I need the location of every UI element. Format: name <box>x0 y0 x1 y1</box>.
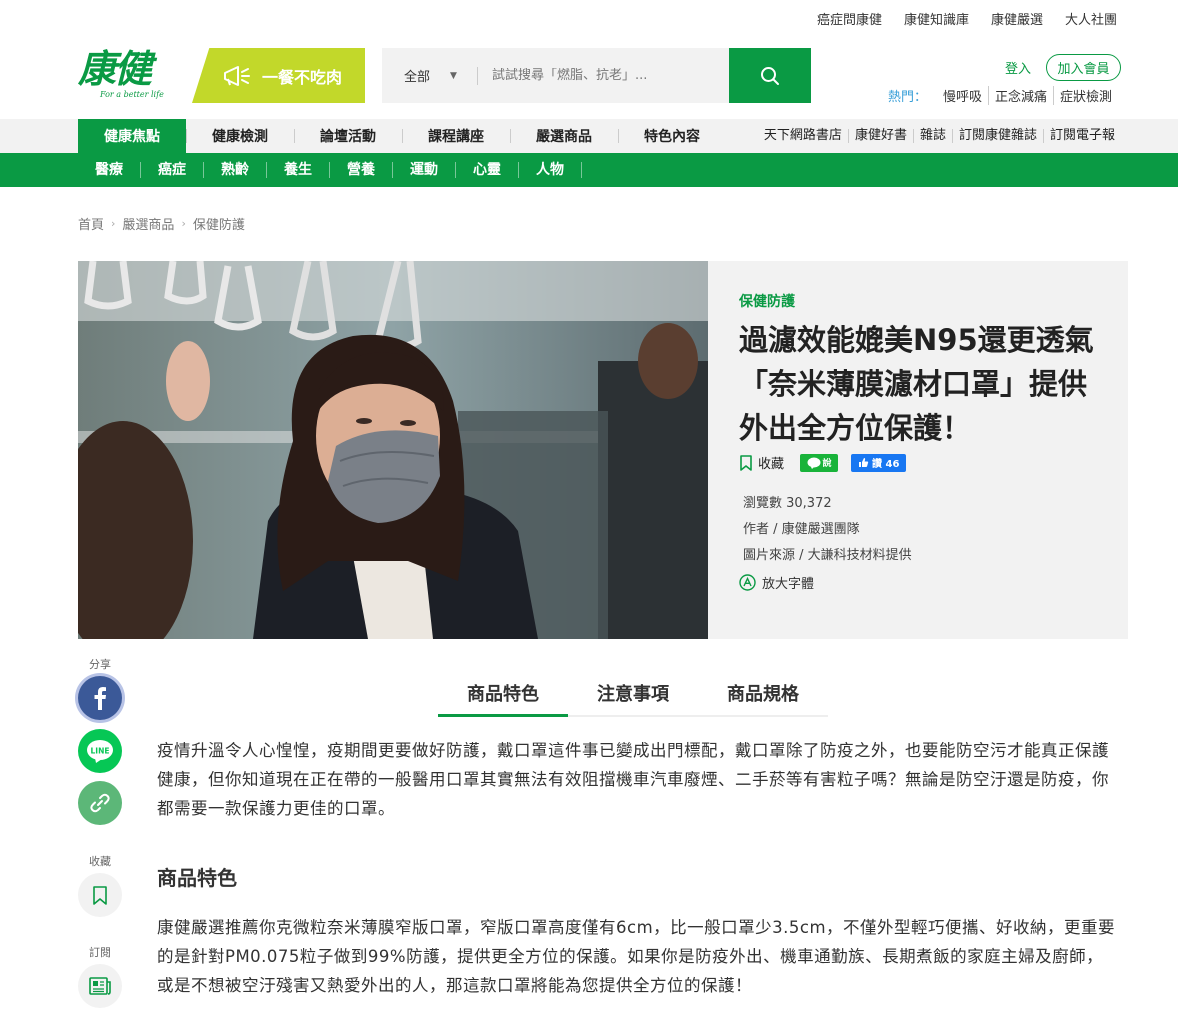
nav-health-check[interactable]: 健康檢測 <box>186 119 294 153</box>
hot-keywords: 熱門： 慢呼吸 正念減痛 症狀檢測 <box>888 86 1118 105</box>
font-size-toggle[interactable]: 放大字體 <box>739 573 814 592</box>
search-input[interactable] <box>478 68 728 83</box>
megaphone-icon <box>224 65 250 86</box>
subnav-mind[interactable]: 心靈 <box>456 162 519 178</box>
subnav-senior[interactable]: 熟齡 <box>204 162 267 178</box>
tab-product-features[interactable]: 商品特色 <box>438 677 568 717</box>
nav-health-focus[interactable]: 健康焦點 <box>78 119 186 153</box>
nav-featured[interactable]: 特色內容 <box>618 119 726 153</box>
toplink-knowledge[interactable]: 康健知識庫 <box>904 9 969 28</box>
bookmark-button[interactable]: 收藏 <box>739 453 784 472</box>
tab-notes[interactable]: 注意事項 <box>568 677 698 715</box>
line-icon: LINE <box>87 740 113 763</box>
subnav-wellness[interactable]: 養生 <box>267 162 330 178</box>
article-title: 過濾效能媲美N95還更透氣「奈米薄膜濾材口罩」提供外出全方位保護！ <box>739 323 1094 445</box>
bookmark-label: 收藏 <box>758 457 785 472</box>
link-icon <box>90 793 110 813</box>
line-icon <box>807 457 820 469</box>
hot-label: 熱門： <box>888 90 928 105</box>
article-views: 瀏覽數 30,372 <box>743 496 832 511</box>
hot-keyword[interactable]: 正念減痛 <box>988 86 1053 105</box>
thumbs-up-icon <box>859 458 869 467</box>
search-button[interactable] <box>729 48 811 103</box>
article-feature-paragraph: 康健嚴選推薦你克微粒奈米薄膜窄版口罩，窄版口罩高度僅有6cm，比一般口罩少3.5… <box>157 918 1116 995</box>
toplink-selection[interactable]: 康健嚴選 <box>991 9 1043 28</box>
sidebar-bookmark-button[interactable] <box>78 873 122 917</box>
breadcrumb-products[interactable]: 嚴選商品 <box>122 214 174 233</box>
hot-keyword[interactable]: 慢呼吸 <box>937 86 988 105</box>
masked-woman-photo <box>78 261 708 639</box>
font-size-label: 放大字體 <box>762 577 815 592</box>
nav-selected-products[interactable]: 嚴選商品 <box>510 119 618 153</box>
facebook-share-button[interactable] <box>78 676 122 720</box>
secondary-nav: 醫療 癌症 熟齡 養生 營養 運動 心靈 人物 <box>0 153 1178 187</box>
facebook-icon <box>94 687 106 710</box>
facebook-like-label: 讚 46 <box>872 459 900 470</box>
logo-text: 康健 <box>78 46 152 91</box>
top-utility-links: 癌症問康健 康健知識庫 康健嚴選 大人社團 <box>817 9 1117 28</box>
logo-tagline: For a better life <box>100 90 164 99</box>
tab-specs[interactable]: 商品規格 <box>698 677 828 715</box>
article-actions: 收藏 說 讚 46 <box>739 453 907 472</box>
search-icon <box>761 66 779 85</box>
subnav-exercise[interactable]: 運動 <box>393 162 456 178</box>
campaign-banner[interactable]: 一餐不吃肉 <box>192 48 365 103</box>
facebook-like-button[interactable]: 讚 46 <box>851 453 907 472</box>
nav-subscribe-magazine[interactable]: 訂閱康健雜誌 <box>951 129 1043 143</box>
caret-down-icon: ▼ <box>450 70 457 81</box>
bookmark-icon <box>740 454 752 471</box>
section-heading: 商品特色 <box>157 866 237 890</box>
toplink-community[interactable]: 大人社團 <box>1065 9 1117 28</box>
article-header-panel: 保健防護 過濾效能媲美N95還更透氣「奈米薄膜濾材口罩」提供外出全方位保護！ 收… <box>708 261 1128 639</box>
nav-subscribe-newsletter[interactable]: 訂閱電子報 <box>1042 129 1121 143</box>
nav-books[interactable]: 康健好書 <box>847 129 913 143</box>
article-intro-paragraph: 疫情升溫令人心惶惶，疫期間更要做好防護，戴口罩這件事已變成出門標配，戴口罩除了防… <box>157 741 1109 818</box>
login-link[interactable]: 登入 <box>1005 58 1031 77</box>
subscribe-label: 訂閱 <box>89 946 111 959</box>
banner-label: 一餐不吃肉 <box>262 67 343 87</box>
nav-bookstore[interactable]: 天下網路書店 <box>758 129 848 143</box>
site-logo[interactable]: 康健 For a better life <box>78 48 178 106</box>
article-category[interactable]: 保健防護 <box>739 291 795 311</box>
subnav-cancer[interactable]: 癌症 <box>141 162 204 178</box>
breadcrumb: 首頁 › 嚴選商品 › 保健防護 <box>78 214 245 233</box>
collect-label: 收藏 <box>89 855 111 868</box>
search-category-value: 全部 <box>404 70 431 85</box>
subnav-people[interactable]: 人物 <box>519 162 582 178</box>
subnav-medical[interactable]: 醫療 <box>78 162 141 178</box>
hot-keyword[interactable]: 症狀檢測 <box>1053 86 1118 105</box>
content-tabs: 商品特色 注意事項 商品規格 <box>438 677 828 717</box>
line-share-button[interactable]: LINE <box>78 729 122 773</box>
search-category-select[interactable]: 全部 ▼ <box>382 66 477 85</box>
bookmark-icon <box>93 885 107 905</box>
breadcrumb-category[interactable]: 保健防護 <box>193 214 245 233</box>
line-say-button[interactable]: 說 <box>800 453 839 472</box>
join-member-button[interactable]: 加入會員 <box>1046 54 1121 81</box>
line-say-label: 說 <box>822 459 832 469</box>
subscribe-button[interactable] <box>78 964 122 1008</box>
newspaper-icon <box>89 977 111 995</box>
nav-magazine[interactable]: 雜誌 <box>912 129 952 143</box>
font-size-icon <box>739 574 756 591</box>
chevron-right-icon: › <box>111 217 116 230</box>
subnav-nutrition[interactable]: 營養 <box>330 162 393 178</box>
copy-link-button[interactable] <box>78 781 122 825</box>
share-label: 分享 <box>89 658 111 671</box>
breadcrumb-home[interactable]: 首頁 <box>78 214 104 233</box>
search-bar: 全部 ▼ <box>382 48 811 103</box>
hero-image <box>78 261 708 639</box>
article-author: 作者 / 康健嚴選團隊 <box>743 522 860 537</box>
chevron-right-icon: › <box>181 217 186 230</box>
nav-courses[interactable]: 課程講座 <box>402 119 510 153</box>
line-share-text: LINE <box>91 747 110 756</box>
toplink-cancer[interactable]: 癌症問康健 <box>817 9 882 28</box>
article-photo-credit: 圖片來源 / 大謙科技材料提供 <box>743 548 912 563</box>
nav-forum-events[interactable]: 論壇活動 <box>294 119 402 153</box>
primary-nav: 健康焦點 健康檢測 論壇活動 課程講座 嚴選商品 特色內容 天下網路書店 康健好… <box>0 119 1178 153</box>
